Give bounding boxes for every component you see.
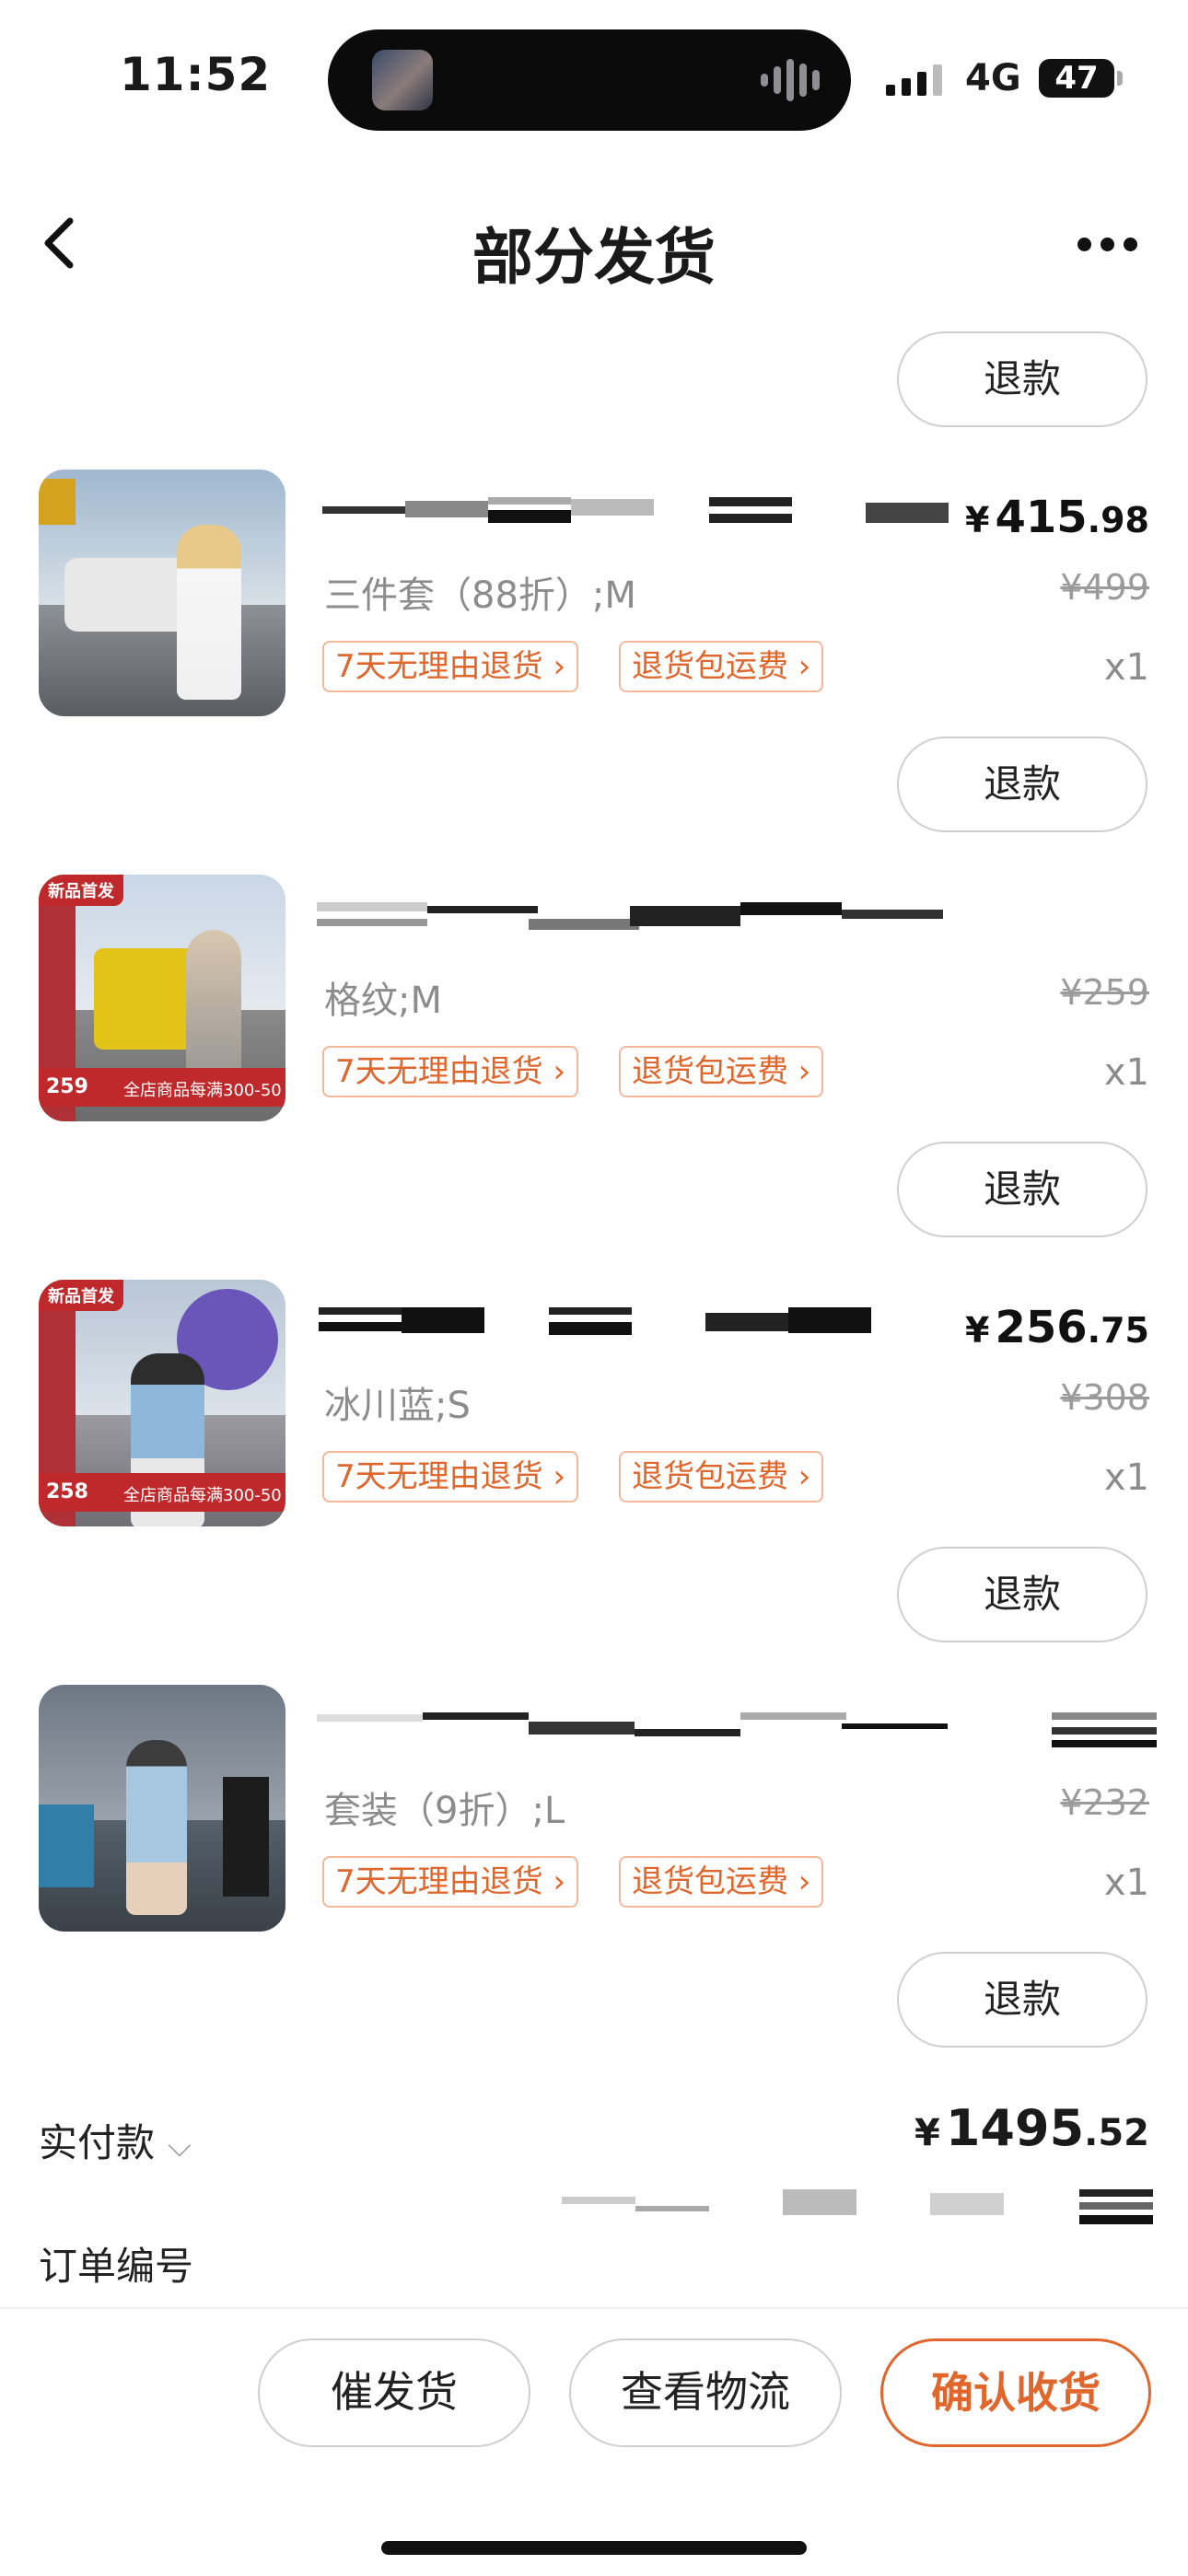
- home-indicator[interactable]: [381, 2541, 807, 2555]
- quantity: x1: [1103, 1456, 1149, 1499]
- return-shipping-tag[interactable]: 退货包运费 ›: [619, 1046, 824, 1097]
- product-spec: 三件套（88折）;M: [324, 574, 636, 617]
- product-title-redacted: [319, 1307, 945, 1348]
- original-price: ¥308: [1060, 1377, 1149, 1418]
- original-price: ¥232: [1060, 1782, 1149, 1823]
- refund-button[interactable]: 退款: [897, 1952, 1147, 2048]
- more-options-icon[interactable]: [1077, 238, 1137, 251]
- current-price: ¥256.75: [965, 1302, 1149, 1353]
- product-title-redacted: [322, 497, 949, 538]
- refund-button[interactable]: 退款: [897, 1547, 1147, 1642]
- product-thumbnail[interactable]: 新品首发 258 全店商品每满300-50: [39, 1280, 285, 1526]
- page-title: 部分发货: [472, 222, 716, 293]
- paid-amount-row[interactable]: 实付款 ⌵: [39, 2112, 192, 2168]
- order-number-label: 订单编号: [39, 2244, 194, 2289]
- urge-shipment-button[interactable]: 催发货: [258, 2338, 530, 2447]
- return-policy-tag[interactable]: 7天无理由退货 ›: [322, 1046, 579, 1097]
- bottom-action-bar: 催发货 查看物流 确认收货: [0, 2307, 1188, 2576]
- return-policy-tag[interactable]: 7天无理由退货 ›: [322, 1451, 579, 1503]
- return-policy-tag[interactable]: 7天无理由退货 ›: [322, 641, 579, 692]
- new-arrival-badge: 新品首发: [39, 1280, 123, 1311]
- product-spec: 套装（9折）;L: [324, 1790, 565, 1832]
- view-logistics-button[interactable]: 查看物流: [569, 2338, 842, 2447]
- order-number-redacted: [562, 2189, 1004, 2232]
- price-redacted: [1052, 1712, 1157, 1755]
- now-playing-artwork: [372, 50, 433, 110]
- refund-button[interactable]: 退款: [897, 331, 1147, 427]
- audio-waveform-icon: [761, 57, 820, 103]
- original-price: ¥499: [1060, 567, 1149, 608]
- network-type: 4G: [965, 57, 1021, 99]
- dynamic-island: [328, 29, 851, 131]
- product-thumbnail[interactable]: [39, 1685, 285, 1932]
- refund-button[interactable]: 退款: [897, 737, 1147, 832]
- product-title-redacted: [317, 1712, 948, 1753]
- return-shipping-tag[interactable]: 退货包运费 ›: [619, 1856, 824, 1908]
- return-shipping-tag[interactable]: 退货包运费 ›: [619, 1451, 824, 1503]
- original-price: ¥259: [1060, 972, 1149, 1013]
- copy-redacted: [1079, 2189, 1153, 2232]
- quantity: x1: [1103, 646, 1149, 689]
- thumbnail-promo-banner: 258 全店商品每满300-50: [39, 1473, 285, 1512]
- product-spec: 冰川蓝;S: [324, 1385, 471, 1427]
- quantity: x1: [1103, 1862, 1149, 1904]
- chevron-down-icon[interactable]: ⌵: [168, 2128, 192, 2164]
- product-title-redacted: [317, 902, 943, 943]
- paid-amount: ¥1495.52: [914, 2099, 1149, 2157]
- battery-tip: [1117, 71, 1123, 86]
- new-arrival-badge: 新品首发: [39, 875, 123, 906]
- battery-icon: 47: [1039, 59, 1114, 98]
- product-thumbnail[interactable]: 新品首发 259 全店商品每满300-50: [39, 875, 285, 1121]
- product-thumbnail[interactable]: [39, 470, 285, 716]
- current-price: ¥415.98: [965, 492, 1149, 543]
- quantity: x1: [1103, 1051, 1149, 1094]
- cellular-signal-icon: [886, 64, 942, 96]
- status-time: 11:52: [120, 48, 272, 101]
- thumbnail-promo-banner: 259 全店商品每满300-50: [39, 1068, 285, 1107]
- return-shipping-tag[interactable]: 退货包运费 ›: [619, 641, 824, 692]
- return-policy-tag[interactable]: 7天无理由退货 ›: [322, 1856, 579, 1908]
- paid-amount-label: 实付款: [39, 2120, 156, 2165]
- confirm-receipt-button[interactable]: 确认收货: [880, 2338, 1151, 2447]
- refund-button[interactable]: 退款: [897, 1142, 1147, 1237]
- product-spec: 格纹;M: [324, 980, 442, 1022]
